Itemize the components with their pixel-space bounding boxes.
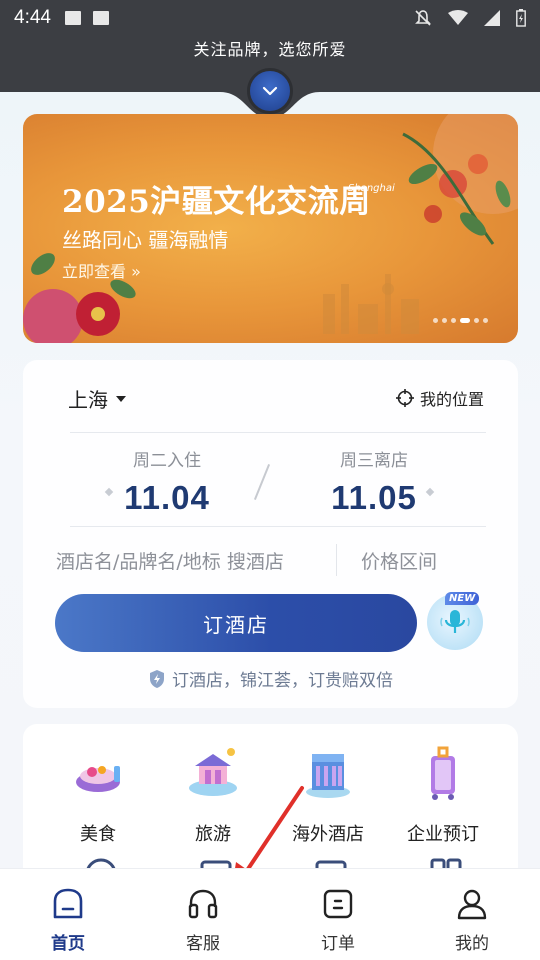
divider-vertical [336,544,337,576]
overseas-hotel-icon [306,754,350,798]
banner-title: 2025沪疆文化交流周 [62,184,371,220]
enterprise-booking-icon [431,746,455,800]
voice-search-button[interactable]: NEW [427,592,483,650]
my-location-label: 我的位置 [419,390,484,409]
city-selector[interactable]: 上海 [68,384,126,413]
location-target-icon [395,389,414,407]
nav-label: 我的 [455,934,489,954]
chevron-down-icon [262,86,278,96]
status-bar: 4:44 [0,0,540,36]
menu-item-food[interactable]: 美食 [43,742,153,846]
checkin-label: 周二入住 [133,451,201,471]
price-range-input[interactable]: 价格区间 [361,547,437,574]
my-location-button[interactable]: 我的位置 [395,386,484,410]
travel-icon [189,748,237,796]
quick-menu: 美食 旅游 海外酒店 企业预订 [23,724,518,884]
checkout-date[interactable]: 周三离店 11.05 [294,446,454,517]
image-notification-icon [64,11,81,25]
menu-label: 企业预订 [407,824,479,845]
banner-logo: Shanghai [348,183,395,194]
status-time: 4:44 [14,7,51,28]
pagination-dot [483,318,488,323]
pagination-dot [433,318,438,323]
food-icon [76,766,120,792]
brand-follow-text[interactable]: 关注品牌，选您所爱 [0,36,540,60]
nav-label: 首页 [51,934,85,954]
pagination-dot [451,318,456,323]
menu-label: 海外酒店 [292,824,364,845]
caret-down-icon [116,395,126,402]
divider [70,432,486,433]
menu-label: 旅游 [195,824,231,845]
app-notification-icon [92,11,109,25]
nav-label: 订单 [321,934,355,954]
mute-icon [415,10,431,26]
bottom-navigation: 首页 客服 订单 我的 [0,868,540,960]
headset-icon [188,889,218,919]
divider [70,526,486,527]
nav-label: 客服 [186,934,220,954]
book-hotel-button[interactable]: 订酒店 [55,594,417,652]
expand-brands-button[interactable] [247,68,293,114]
nav-customer-service[interactable]: 客服 [153,887,253,954]
promo-banner[interactable]: 2025沪疆文化交流周 Shanghai 丝路同心 疆海融情 立即查看 » [23,114,518,343]
hotel-search-input[interactable]: 酒店名/品牌名/地标 搜酒店 [56,547,284,574]
microphone-icon [440,610,470,633]
city-name: 上海 [68,388,108,412]
menu-item-overseas-hotel[interactable]: 海外酒店 [273,742,383,846]
hotel-booking-card: 上海 我的位置 周二入住 11.04 周三离店 11.05 酒店名/品牌名/地标… [23,360,518,708]
guarantee-text: 订酒店，锦江荟，订贵赔双倍 [172,671,393,691]
nav-home[interactable]: 首页 [18,887,118,954]
pagination-dot [442,318,447,323]
new-badge: NEW [445,592,480,605]
menu-item-enterprise-booking[interactable]: 企业预订 [388,742,498,846]
nav-orders[interactable]: 订单 [288,887,388,954]
checkin-value: 11.04 [124,479,210,516]
order-icon [323,889,353,919]
checkin-date[interactable]: 周二入住 11.04 [87,446,247,517]
banner-pagination [433,318,488,323]
profile-icon [457,889,487,920]
signal-icon [484,10,500,26]
checkout-label: 周三离店 [340,451,408,471]
checkout-value: 11.05 [331,479,417,516]
menu-label: 美食 [80,824,116,845]
nav-profile[interactable]: 我的 [422,887,522,954]
banner-view-link[interactable]: 立即查看 » [62,258,141,282]
shield-bolt-icon [150,669,164,688]
banner-subtitle: 丝路同心 疆海融情 [62,228,229,252]
pagination-dot-active [460,318,470,323]
battery-icon [516,9,526,27]
home-icon [53,888,83,919]
menu-item-travel[interactable]: 旅游 [158,742,268,846]
guarantee-note: 订酒店，锦江荟，订贵赔双倍 [23,666,518,691]
wifi-icon [448,10,468,25]
pagination-dot [474,318,479,323]
date-separator [253,464,271,500]
